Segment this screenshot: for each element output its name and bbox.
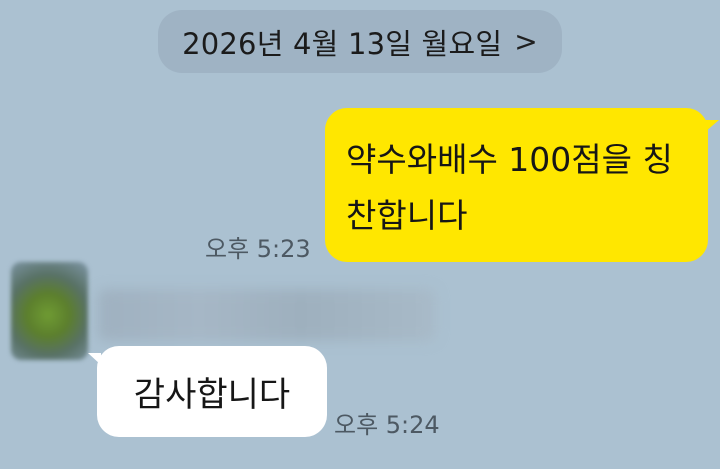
- message-text: 약수와배수 100점을 칭찬합니다: [346, 140, 673, 235]
- incoming-message-bubble[interactable]: 감사합니다: [88, 346, 327, 437]
- chevron-right-icon: >: [514, 25, 538, 58]
- message-timestamp: 오후 5:23: [205, 235, 311, 263]
- avatar[interactable]: [11, 262, 88, 360]
- message-timestamp: 오후 5:24: [334, 411, 440, 439]
- date-separator-label: 2026년 4월 13일 월요일: [182, 26, 503, 61]
- date-separator-button[interactable]: 2026년 4월 13일 월요일 >: [158, 10, 562, 73]
- outgoing-message-bubble[interactable]: 약수와배수 100점을 칭찬합니다: [325, 108, 719, 262]
- message-text: 감사합니다: [133, 375, 291, 415]
- sender-name-blurred: [98, 289, 436, 341]
